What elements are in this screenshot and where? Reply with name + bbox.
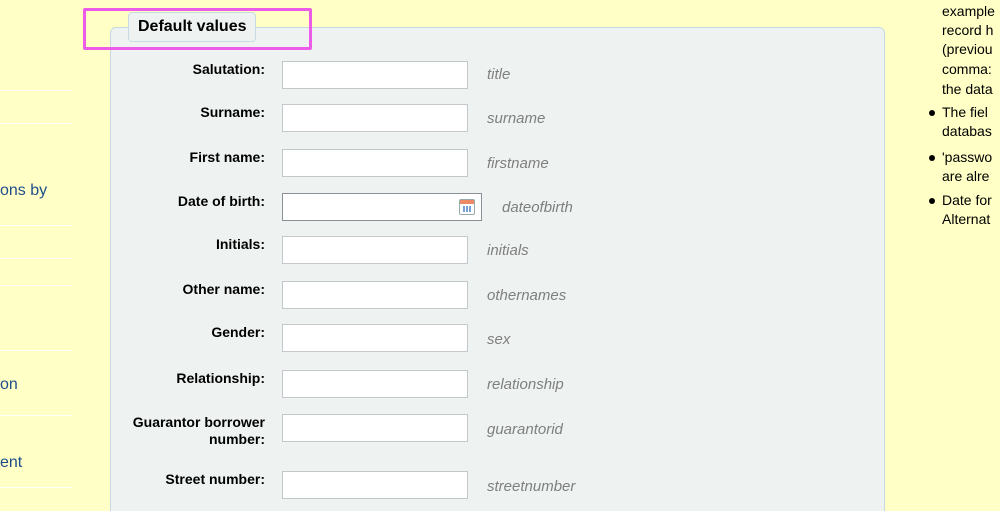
help-text: databas	[942, 123, 992, 139]
surname-hint: surname	[487, 110, 546, 127]
sidebar-divider	[0, 487, 72, 488]
help-text: the data	[942, 81, 993, 97]
dateofbirth-label: Date of birth:	[177, 193, 265, 209]
streetnumber-input[interactable]	[282, 471, 468, 499]
help-text: Date for	[942, 192, 992, 208]
form-row-gender: Gender: sex	[110, 324, 885, 354]
help-text: comma:	[942, 61, 992, 77]
othername-input[interactable]	[282, 281, 468, 309]
dateofbirth-hint: dateofbirth	[502, 199, 573, 216]
calendar-icon[interactable]	[459, 199, 475, 215]
gender-hint: sex	[487, 331, 511, 348]
firstname-input[interactable]	[282, 149, 468, 177]
initials-input[interactable]	[282, 236, 468, 264]
guarantor-hint: guarantorid	[487, 421, 563, 438]
sidebar-divider	[0, 285, 72, 286]
form-row-surname: Surname: surname	[110, 104, 885, 134]
sidebar-divider	[0, 350, 72, 351]
form-row-othernames: Other name: othernames	[110, 281, 885, 311]
surname-label: Surname:	[200, 104, 265, 120]
form-row-guarantorid: Guarantor borrower number: guarantorid	[110, 414, 885, 447]
sidebar-divider	[0, 225, 72, 226]
initials-label: Initials:	[215, 236, 265, 252]
gender-label: Gender:	[211, 324, 265, 340]
help-text: Alternat	[942, 211, 991, 227]
sidebar-divider	[0, 123, 72, 124]
help-text: (previou	[942, 41, 993, 57]
bullet-icon	[929, 155, 935, 161]
relationship-hint: relationship	[487, 376, 564, 393]
othername-label: Other name:	[182, 281, 265, 297]
help-text: The fiel	[942, 104, 988, 120]
initials-hint: initials	[487, 242, 529, 259]
sidebar-divider	[0, 415, 72, 416]
sidebar-divider	[0, 90, 72, 91]
streetnumber-label: Street number:	[165, 471, 265, 487]
guarantor-label: Guarantor borrower number:	[132, 414, 265, 447]
streetnumber-hint: streetnumber	[487, 478, 576, 495]
form-row-salutation: Salutation: title	[110, 61, 885, 91]
relationship-label: Relationship:	[176, 370, 265, 386]
firstname-label: First name:	[189, 149, 265, 165]
form-row-initials: Initials: initials	[110, 236, 885, 266]
help-panel: example record h (previou comma: the dat…	[920, 0, 1000, 511]
help-text: record h	[942, 22, 994, 38]
salutation-hint: title	[487, 66, 511, 83]
sidebar-item[interactable]: on	[0, 376, 18, 394]
othername-hint: othernames	[487, 287, 567, 304]
bullet-icon	[929, 198, 935, 204]
highlight-box	[83, 8, 312, 50]
salutation-input[interactable]	[282, 61, 468, 89]
sidebar-divider	[0, 258, 72, 259]
help-text: 'passwo	[942, 149, 993, 165]
gender-input[interactable]	[282, 324, 468, 352]
bullet-icon	[929, 110, 935, 116]
surname-input[interactable]	[282, 104, 468, 132]
dateofbirth-input[interactable]	[282, 193, 482, 221]
salutation-label: Salutation:	[192, 61, 265, 77]
sidebar: ons by on ent	[0, 0, 72, 511]
form-row-firstname: First name: firstname	[110, 149, 885, 179]
form-row-relationship: Relationship: relationship	[110, 370, 885, 400]
guarantor-input[interactable]	[282, 414, 468, 442]
relationship-input[interactable]	[282, 370, 468, 398]
firstname-hint: firstname	[487, 155, 549, 172]
form-row-dateofbirth: Date of birth: dateofbirth	[110, 193, 885, 223]
help-text: are alre	[942, 168, 990, 184]
help-text: example	[942, 3, 995, 19]
sidebar-item[interactable]: ent	[0, 454, 22, 472]
form-row-streetnumber: Street number: streetnumber	[110, 471, 885, 501]
sidebar-item[interactable]: ons by	[0, 182, 47, 200]
